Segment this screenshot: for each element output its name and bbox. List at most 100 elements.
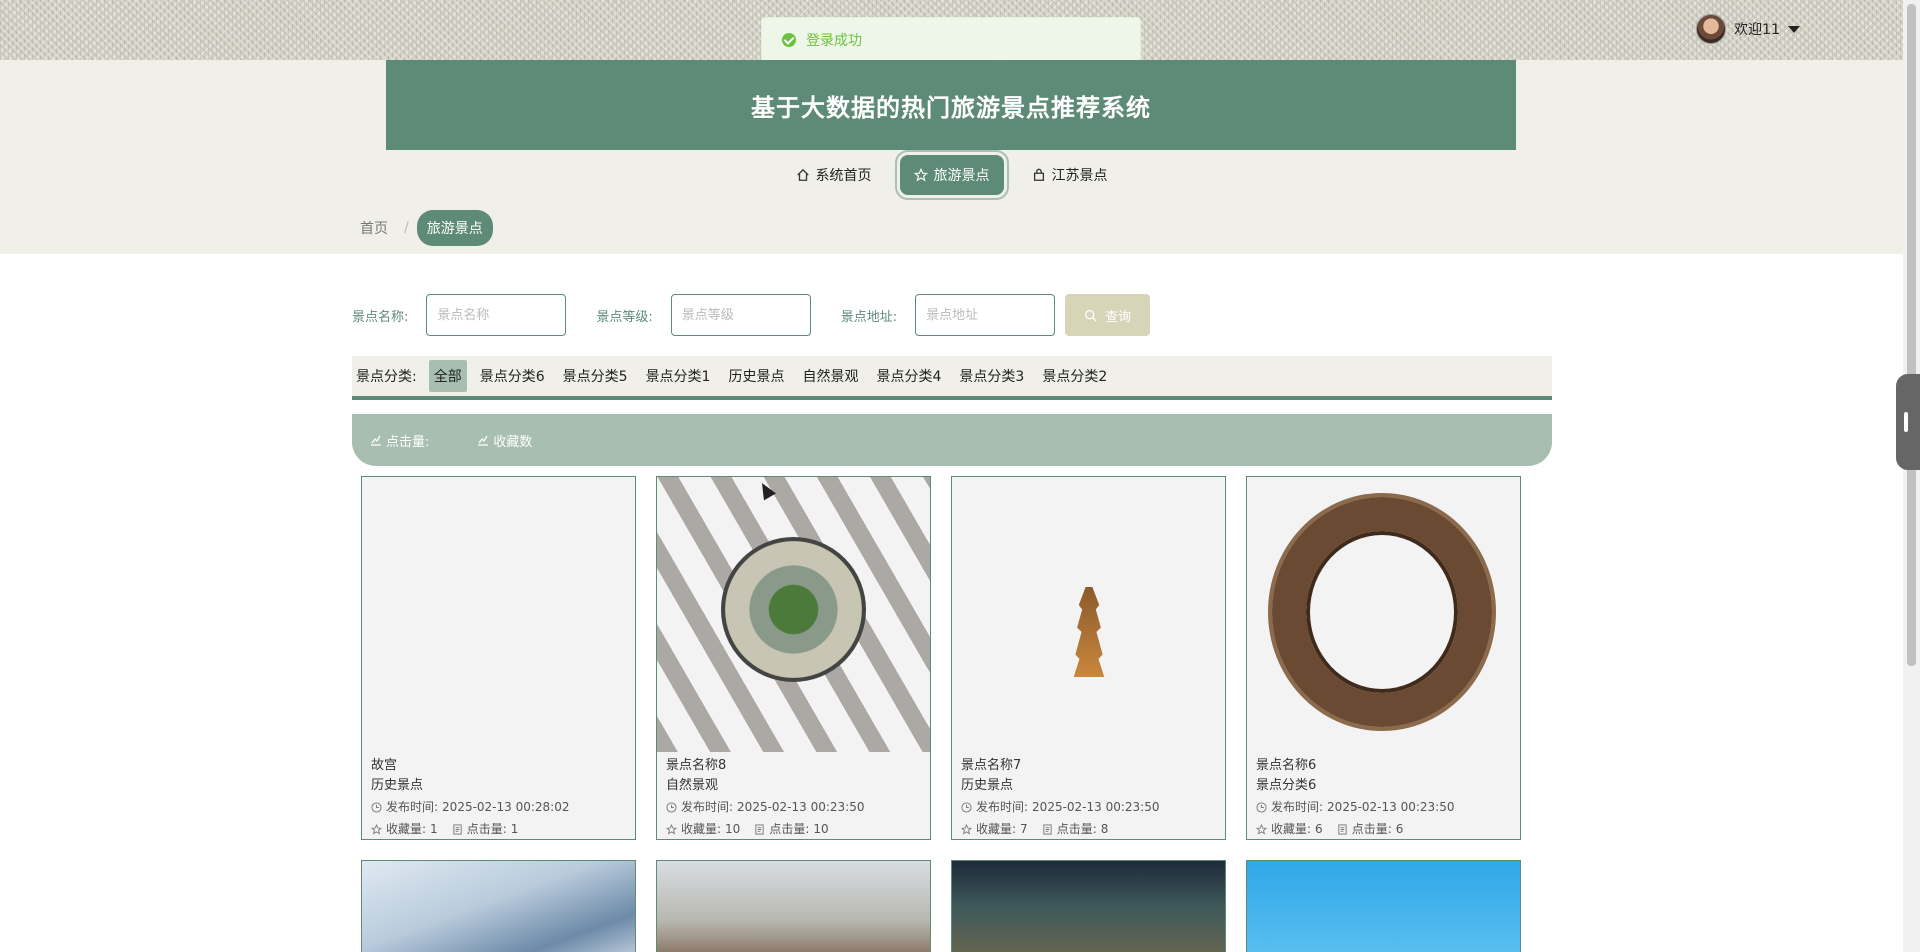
attraction-category: 景点分类6 [1256,778,1317,793]
scrollbar-thumb[interactable] [1907,4,1916,666]
publish-label: 发布时间: [976,800,1029,814]
breadcrumb-separator: / [404,220,409,236]
attraction-category: 自然景观 [666,778,719,793]
nav-item-attractions[interactable]: 旅游景点 [894,150,1009,200]
click-label: 点击量: [769,822,810,836]
nav-label: 系统首页 [815,168,872,184]
clock-icon [666,801,677,813]
fav-count: 6 [1315,822,1323,836]
star-icon [913,168,928,182]
attraction-card[interactable]: 景点名称7 历史景点 发布时间: 2025-02-13 00:23:50 收藏量… [951,476,1226,840]
category-item[interactable]: 景点分类5 [558,360,633,392]
sort-by-favorites[interactable]: 收藏数 [477,431,532,450]
level-input[interactable] [670,294,811,336]
attraction-card[interactable] [951,860,1226,952]
attraction-image [1247,477,1520,752]
sort-by-clicks[interactable]: 点击量: [370,431,429,450]
search-form: 景点名称: 景点等级: 景点地址: 查询 [352,294,1151,336]
publish-time: 2025-02-13 00:28:02 [442,800,570,814]
category-filter: 景点分类: 全部 景点分类6 景点分类5 景点分类1 历史景点 自然景观 景点分… [352,356,1552,400]
name-label: 景点名称: [352,309,409,325]
caret-down-icon [1788,25,1800,33]
click-label: 点击量: [1351,822,1392,836]
clock-icon [961,801,972,813]
breadcrumb-current: 旅游景点 [416,210,493,246]
click-label: 点击量: [1056,822,1097,836]
category-item[interactable]: 自然景观 [797,360,863,392]
attraction-category: 历史景点 [961,778,1014,793]
breadcrumb-home[interactable]: 首页 [352,212,396,244]
home-icon [796,168,809,181]
doc-icon [453,823,462,835]
toast-message: 登录成功 [806,33,862,49]
attraction-grid: 故宫 历史景点 发布时间: 2025-02-13 00:28:02 收藏量: 1… [361,476,1521,952]
fav-count: 1 [430,822,438,836]
attraction-name: 故宫 [371,758,398,773]
nav-label: 江苏景点 [1051,168,1108,184]
chart-icon [478,435,489,446]
clock-icon [1256,801,1267,813]
attraction-name: 景点名称8 [666,758,727,773]
category-item[interactable]: 景点分类6 [475,360,550,392]
side-drawer-handle[interactable] [1896,374,1920,470]
attraction-category: 历史景点 [371,778,424,793]
category-item[interactable]: 景点分类1 [641,360,716,392]
attraction-image [952,477,1225,752]
star-icon [371,823,382,835]
publish-label: 发布时间: [1271,800,1324,814]
fav-label: 收藏量: [1271,822,1312,836]
publish-label: 发布时间: [386,800,439,814]
fav-count: 7 [1020,822,1028,836]
site-title: 基于大数据的热门旅游景点推荐系统 [751,93,1151,122]
publish-time: 2025-02-13 00:23:50 [1032,800,1160,814]
star-icon [666,823,677,835]
publish-label: 发布时间: [681,800,734,814]
sort-clicks-label: 点击量: [386,434,430,450]
attraction-image [657,477,930,752]
category-item[interactable]: 景点分类2 [1037,360,1112,392]
attraction-name: 景点名称7 [961,758,1022,773]
vertical-scrollbar[interactable] [1903,0,1920,952]
user-greeting: 欢迎11 [1734,22,1780,38]
publish-time: 2025-02-13 00:23:50 [737,800,865,814]
nav-label: 旅游景点 [933,168,990,184]
main-nav: 系统首页 旅游景点 江苏景点 [0,150,1903,200]
address-input[interactable] [915,294,1056,336]
success-toast: 登录成功 [761,17,1141,63]
breadcrumb: 首页 / 旅游景点 [352,210,493,246]
nav-item-jiangsu[interactable]: 江苏景点 [1018,155,1122,195]
click-label: 点击量: [466,822,507,836]
level-label: 景点等级: [596,309,653,325]
click-count: 1 [510,822,519,836]
attraction-card[interactable] [656,860,931,952]
bag-icon [1033,168,1044,181]
search-icon [1085,309,1097,322]
star-icon [961,823,972,835]
name-input[interactable] [426,294,567,336]
category-item[interactable]: 历史景点 [723,360,789,392]
search-button[interactable]: 查询 [1065,294,1151,336]
avatar [1696,14,1727,44]
attraction-card[interactable] [361,860,636,952]
clock-icon [371,801,382,813]
fav-label: 收藏量: [386,822,427,836]
sort-favorites-label: 收藏数 [493,434,533,450]
search-button-label: 查询 [1105,308,1132,324]
user-menu[interactable]: 欢迎11 [1696,14,1800,44]
nav-item-home[interactable]: 系统首页 [782,155,886,195]
category-item[interactable]: 景点分类3 [954,360,1029,392]
star-icon [1256,823,1267,835]
attraction-card[interactable] [1246,860,1521,952]
category-item[interactable]: 景点分类4 [871,360,946,392]
attraction-card[interactable]: 景点名称8 自然景观 发布时间: 2025-02-13 00:23:50 收藏量… [656,476,931,840]
attraction-card[interactable]: 景点名称6 景点分类6 发布时间: 2025-02-13 00:23:50 收藏… [1246,476,1521,840]
category-item[interactable]: 全部 [428,360,467,392]
page-banner: 基于大数据的热门旅游景点推荐系统 [386,60,1516,150]
doc-icon [1338,823,1347,835]
check-circle-icon [782,33,796,47]
chart-icon [371,435,381,446]
attraction-card[interactable]: 故宫 历史景点 发布时间: 2025-02-13 00:28:02 收藏量: 1… [361,476,636,840]
fav-count: 10 [725,822,741,836]
sort-bar: 点击量: 收藏数 [352,414,1552,466]
publish-time: 2025-02-13 00:23:50 [1327,800,1455,814]
